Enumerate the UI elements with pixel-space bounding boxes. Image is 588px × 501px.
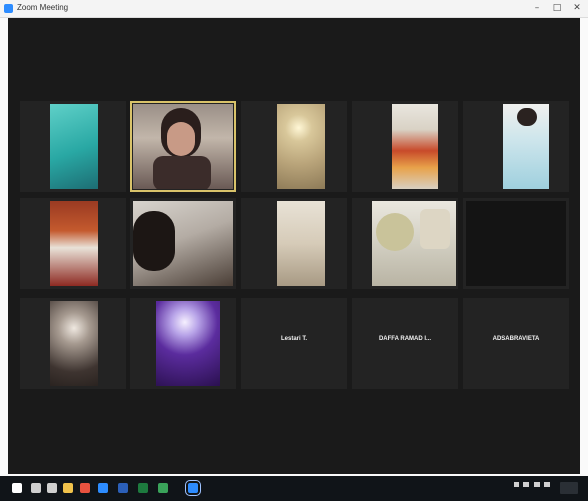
video-feed: [372, 201, 456, 286]
participant-display-name: DAFFA RAMAD I...: [378, 336, 432, 342]
video-feed: [466, 201, 566, 286]
video-feed: [277, 201, 325, 286]
participant-tile-5[interactable]: [463, 101, 569, 192]
participant-tile-4[interactable]: [352, 101, 458, 192]
video-feed: [392, 104, 438, 189]
close-button[interactable]: ✕: [570, 2, 584, 15]
chrome-icon[interactable]: [80, 483, 90, 493]
battery-icon[interactable]: [523, 482, 530, 487]
zoom-icon[interactable]: [98, 483, 108, 493]
excel-icon[interactable]: [138, 483, 148, 493]
participant-tile-11[interactable]: [20, 298, 126, 389]
zoom-window: Zoom Meeting – □ ✕ Lestari T. DAFFA RAMA…: [0, 0, 588, 501]
gallery-view: Lestari T. DAFFA RAMAD I... ADSABRAVIETA: [8, 18, 580, 474]
volume-icon[interactable]: [544, 482, 551, 487]
video-feed: [50, 104, 98, 189]
video-feed: [50, 201, 98, 286]
participant-tile-7[interactable]: [130, 198, 236, 289]
participant-tile-15[interactable]: ADSABRAVIETA: [463, 298, 569, 389]
windows-start-icon[interactable]: [12, 483, 22, 493]
clock[interactable]: [560, 482, 578, 494]
search-icon[interactable]: [31, 483, 41, 493]
file-explorer-icon[interactable]: [63, 483, 73, 493]
zoom-app-icon: [4, 4, 13, 13]
video-feed: [133, 201, 233, 286]
participant-tile-1[interactable]: [20, 101, 126, 192]
windows-taskbar: [0, 476, 588, 501]
video-feed: [503, 104, 549, 189]
store-icon[interactable]: [158, 483, 168, 493]
title-bar: Zoom Meeting – □ ✕: [0, 0, 588, 18]
chevron-up-icon[interactable]: [514, 482, 519, 487]
participant-tile-10[interactable]: [463, 198, 569, 289]
zoom-active-icon[interactable]: [185, 480, 201, 496]
participant-tile-13[interactable]: Lestari T.: [241, 298, 347, 389]
video-feed: [133, 104, 233, 189]
word-icon[interactable]: [118, 483, 128, 493]
participant-display-name: ADSABRAVIETA: [492, 336, 540, 342]
participant-display-name: Lestari T.: [280, 336, 307, 342]
video-feed: [277, 104, 325, 189]
system-tray: [514, 482, 551, 489]
video-feed: [50, 301, 98, 386]
video-feed: [156, 301, 220, 386]
maximize-button[interactable]: □: [550, 2, 564, 15]
wifi-icon[interactable]: [533, 482, 540, 487]
minimize-button[interactable]: –: [530, 2, 544, 15]
participant-tile-8[interactable]: [241, 198, 347, 289]
task-view-icon[interactable]: [47, 483, 57, 493]
participant-tile-9[interactable]: [352, 198, 458, 289]
participant-tile-6[interactable]: [20, 198, 126, 289]
participant-tile-3[interactable]: [241, 101, 347, 192]
participant-tile-2[interactable]: [130, 101, 236, 192]
participant-tile-12[interactable]: [130, 298, 236, 389]
participant-tile-14[interactable]: DAFFA RAMAD I...: [352, 298, 458, 389]
window-title: Zoom Meeting: [17, 3, 69, 12]
